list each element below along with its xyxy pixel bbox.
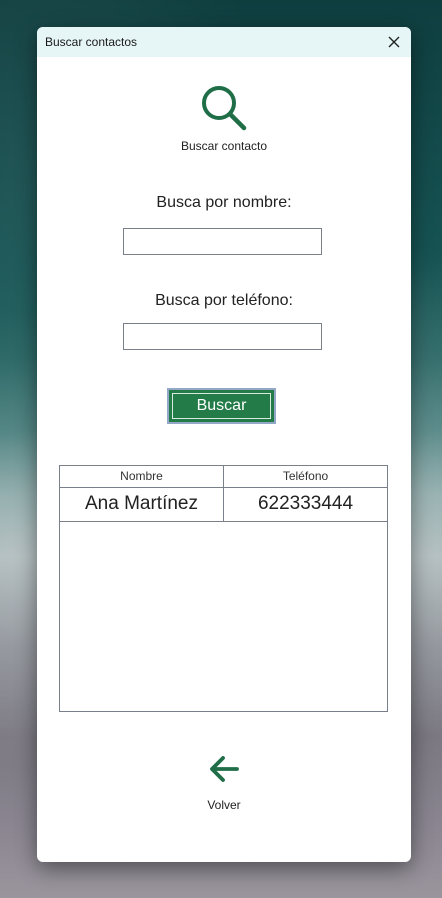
close-icon	[388, 36, 400, 48]
name-label: Busca por nombre:	[156, 194, 292, 211]
search-contacts-window: Buscar contactos Buscar contacto Busca p…	[37, 27, 411, 862]
search-button-label: Buscar	[172, 393, 271, 419]
search-contact-label: Buscar contacto	[180, 139, 268, 153]
results-table[interactable]: Nombre Teléfono Ana Martínez 622333444	[59, 465, 388, 712]
back-button[interactable]: Volver	[197, 749, 251, 819]
name-input[interactable]	[123, 228, 322, 255]
search-icon	[202, 86, 247, 131]
table-header: Nombre Teléfono	[60, 466, 387, 488]
window-title: Buscar contactos	[45, 35, 138, 49]
phone-label: Busca por teléfono:	[155, 292, 293, 309]
back-label: Volver	[207, 798, 241, 812]
phone-input[interactable]	[123, 323, 322, 350]
search-button[interactable]: Buscar	[167, 388, 276, 424]
arrow-left-icon	[210, 756, 239, 782]
cell-phone: 622333444	[223, 487, 387, 521]
cell-name: Ana Martínez	[85, 493, 198, 514]
title-bar: Buscar contactos	[37, 27, 411, 57]
column-header-telefono[interactable]: Teléfono	[223, 466, 387, 487]
close-button[interactable]	[383, 31, 405, 53]
table-row[interactable]: Ana Martínez 622333444	[60, 487, 387, 522]
column-header-nombre[interactable]: Nombre	[60, 466, 223, 487]
